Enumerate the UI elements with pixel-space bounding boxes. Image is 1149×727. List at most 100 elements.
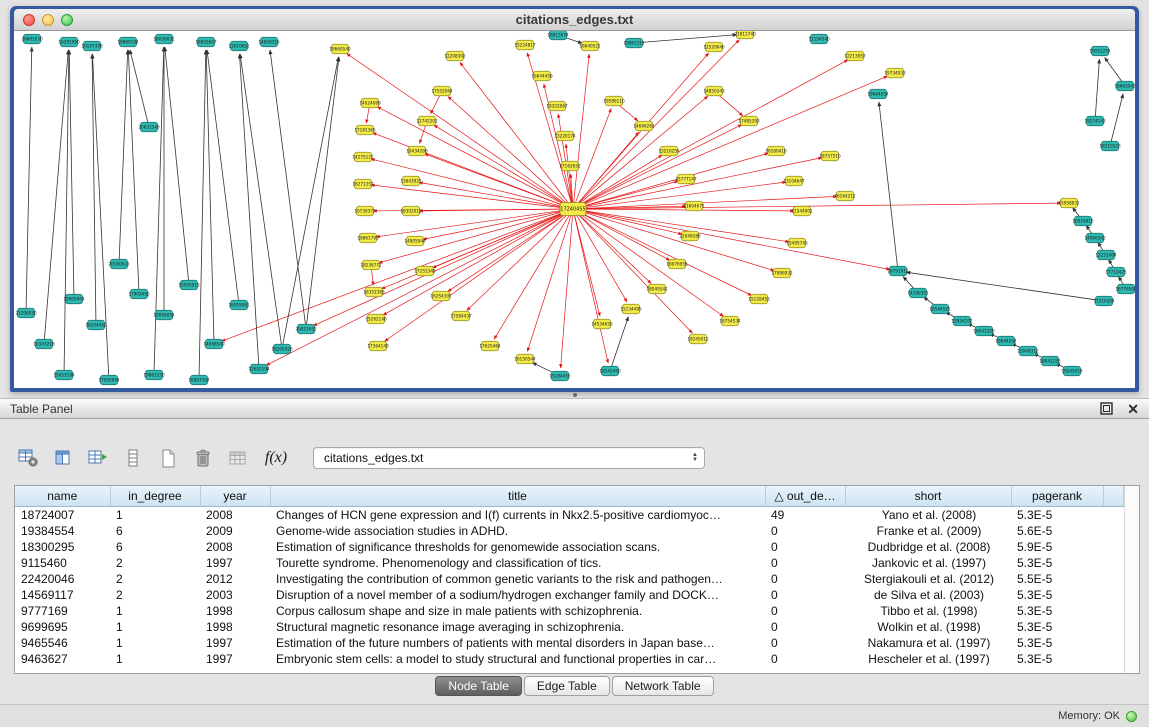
graph-node[interactable]: 15128453: [748, 294, 770, 304]
table-cell-in_degree[interactable]: 6: [110, 523, 200, 539]
graph-node[interactable]: 19586110: [603, 96, 625, 106]
graph-node[interactable]: 20681030: [21, 34, 43, 44]
minimize-window-icon[interactable]: [42, 14, 54, 26]
graph-edge[interactable]: [578, 203, 1061, 209]
graph-node[interactable]: 16352383: [363, 287, 385, 297]
table-cell-name[interactable]: 14569117: [15, 587, 110, 603]
table-row[interactable]: 977716911998Corpus callosum shape and si…: [15, 603, 1124, 619]
table-row[interactable]: 1938455462009Genome-wide association stu…: [15, 523, 1124, 539]
graph-edge[interactable]: [222, 211, 569, 341]
table-cell-in_degree[interactable]: 2: [110, 587, 200, 603]
graph-node[interactable]: 17055904: [98, 375, 120, 385]
table-cell-short[interactable]: Yano et al. (2008): [845, 506, 1011, 523]
graph-node[interactable]: 15905404: [63, 294, 85, 304]
graph-node[interactable]: 14190351: [907, 288, 929, 298]
tab-node-table[interactable]: Node Table: [435, 676, 522, 696]
graph-edge[interactable]: [26, 47, 32, 308]
table-cell-name[interactable]: 9115460: [15, 555, 110, 571]
graph-edge[interactable]: [578, 153, 769, 207]
table-cell-year[interactable]: 1997: [200, 635, 270, 651]
graph-node[interactable]: 17181365: [354, 125, 376, 135]
graph-node[interactable]: 14988549: [203, 339, 225, 349]
graph-edge[interactable]: [574, 54, 590, 204]
column-header-year[interactable]: year: [200, 486, 270, 506]
graph-node[interactable]: 19551254: [1089, 46, 1111, 56]
graph-edge[interactable]: [558, 114, 572, 204]
graph-edge[interactable]: [574, 214, 608, 363]
table-cell-pagerank[interactable]: 5.5E-5: [1011, 571, 1103, 587]
table-cell-name[interactable]: 9777169: [15, 603, 110, 619]
table-cell-in_degree[interactable]: 1: [110, 651, 200, 667]
graph-node[interactable]: 18544521: [929, 304, 951, 314]
tab-edge-table[interactable]: Edge Table: [524, 676, 610, 696]
table-cell-title[interactable]: Estimation of the future numbers of pati…: [270, 635, 765, 651]
column-header-short[interactable]: short: [845, 486, 1011, 506]
graph-node[interactable]: 15184455: [549, 371, 571, 381]
graph-node[interactable]: 15053184: [53, 370, 75, 380]
graph-node[interactable]: 15958831: [1058, 198, 1080, 208]
graph-node[interactable]: 20021652: [295, 324, 317, 334]
table-cell-name[interactable]: 9463627: [15, 651, 110, 667]
table-cell-out_degree[interactable]: 49: [765, 506, 845, 523]
graph-node[interactable]: 16055061: [228, 300, 250, 310]
graph-node[interactable]: 16776505: [1115, 284, 1135, 294]
graph-edge[interactable]: [199, 50, 206, 375]
table-cell-short[interactable]: Nakamura et al. (1997): [845, 635, 1011, 651]
table-cell-short[interactable]: de Silva et al. (2003): [845, 587, 1011, 603]
table-cell-pagerank[interactable]: 5.3E-5: [1011, 603, 1103, 619]
graph-node[interactable]: 14066342: [1084, 233, 1106, 243]
delete-column-icon[interactable]: [189, 445, 217, 471]
graph-edge[interactable]: [266, 211, 568, 365]
table-cell-title[interactable]: Investigating the contribution of common…: [270, 571, 765, 587]
graph-edge[interactable]: [639, 35, 737, 43]
close-panel-icon[interactable]: ✕: [1127, 403, 1139, 415]
table-cell-title[interactable]: Structural magnetic resonance image aver…: [270, 619, 765, 635]
graph-node[interactable]: 12652194: [248, 364, 270, 374]
graph-edge[interactable]: [431, 96, 440, 114]
table-cell-title[interactable]: Corpus callosum shape and size in male p…: [270, 603, 765, 619]
graph-node[interactable]: 14275122: [352, 152, 374, 162]
table-cell-year[interactable]: 1997: [200, 651, 270, 667]
table-cell-short[interactable]: Hescheler et al. (1997): [845, 651, 1011, 667]
graph-node[interactable]: 19245012: [687, 334, 709, 344]
graph-edge[interactable]: [270, 50, 305, 324]
table-row[interactable]: 2242004622012Investigating the contribut…: [15, 571, 1124, 587]
graph-edge[interactable]: [578, 211, 752, 295]
graph-node[interactable]: 19644554: [995, 336, 1017, 346]
table-row[interactable]: 1456911722003Disruption of a novel membe…: [15, 587, 1124, 603]
table-cell-in_degree[interactable]: 1: [110, 506, 200, 523]
table-row[interactable]: 911546021997Tourette syndrome. Phenomeno…: [15, 555, 1124, 571]
graph-node[interactable]: 19245014: [1061, 366, 1083, 376]
graph-edge[interactable]: [64, 50, 69, 370]
graph-node[interactable]: 23206050: [15, 308, 37, 318]
graph-node[interactable]: 14534653: [591, 319, 613, 329]
table-cell-pagerank[interactable]: 5.3E-5: [1011, 555, 1103, 571]
graph-node[interactable]: 11544901: [791, 206, 813, 216]
table-cell-year[interactable]: 2003: [200, 587, 270, 603]
graph-node[interactable]: 12610651: [228, 41, 250, 51]
graph-node[interactable]: 17552064: [431, 86, 453, 96]
graph-edge[interactable]: [618, 104, 638, 121]
graph-node[interactable]: 18205426: [271, 344, 293, 354]
graph-node[interactable]: 10197398: [81, 41, 103, 51]
table-cell-pagerank[interactable]: 5.6E-5: [1011, 523, 1103, 539]
graph-edge[interactable]: [119, 50, 128, 259]
graph-node[interactable]: 18236771: [360, 260, 382, 270]
table-cell-out_degree[interactable]: 0: [765, 587, 845, 603]
graph-node[interactable]: 19861311: [623, 38, 645, 48]
graph-node[interactable]: 11154540: [808, 34, 830, 44]
graph-node[interactable]: 16055607: [195, 37, 217, 47]
table-cell-name[interactable]: 22420046: [15, 571, 110, 587]
table-selector-dropdown[interactable]: citations_edges.txt ▲▼: [313, 447, 705, 469]
graph-edge[interactable]: [906, 272, 1099, 300]
table-cell-name[interactable]: 9699695: [15, 619, 110, 635]
graph-node[interactable]: 16160416: [765, 146, 787, 156]
graph-edge[interactable]: [577, 40, 740, 206]
graph-edge[interactable]: [385, 212, 569, 342]
graph-node[interactable]: 17162652: [559, 161, 581, 171]
table-cell-title[interactable]: Changes of HCN gene expression and I(f) …: [270, 506, 765, 523]
table-cell-title[interactable]: Disruption of a novel member of a sodium…: [270, 587, 765, 603]
graph-node[interactable]: 19542460: [599, 366, 621, 376]
table-cell-name[interactable]: 9465546: [15, 635, 110, 651]
graph-node[interactable]: 16271352: [352, 179, 374, 189]
